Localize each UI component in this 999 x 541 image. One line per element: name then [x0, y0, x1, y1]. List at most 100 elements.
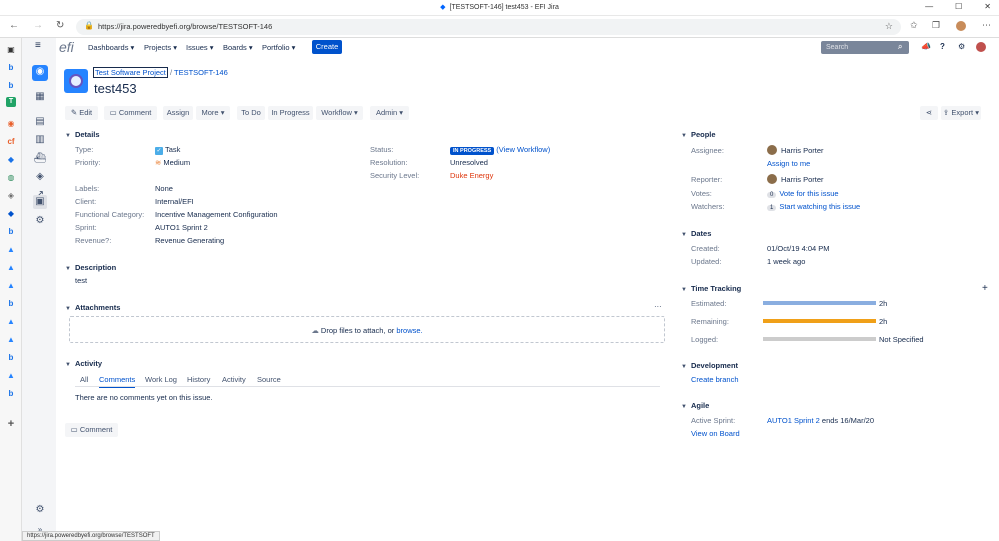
atlassian-icon[interactable]: ▲ — [4, 315, 18, 329]
help-icon[interactable]: ? — [940, 42, 945, 51]
breadcrumb-issue-key[interactable]: TESTSOFT-146 — [174, 68, 228, 77]
comment-button[interactable]: ▭ Comment — [104, 106, 157, 120]
assignee-value[interactable]: Harris Porter — [781, 146, 824, 155]
vote-link[interactable]: Vote for this issue — [779, 189, 838, 198]
atlassian-icon[interactable]: ▲ — [4, 369, 18, 383]
app-icon[interactable]: ◍ — [4, 171, 18, 185]
tab-all[interactable]: All — [80, 375, 88, 384]
create-button[interactable]: Create — [312, 40, 342, 54]
in-progress-button[interactable]: In Progress — [268, 106, 313, 120]
priority-value[interactable]: ≋ Medium — [155, 158, 190, 167]
bing-icon[interactable]: b — [4, 297, 18, 311]
attachment-dropzone[interactable]: ☁ Drop files to attach, or browse. — [69, 316, 665, 343]
jira-icon[interactable]: ◆ — [4, 207, 18, 221]
app-icon[interactable]: ◈ — [4, 189, 18, 203]
profile-avatar[interactable] — [956, 21, 966, 31]
tab-activity[interactable]: Activity — [222, 375, 246, 384]
more-icon[interactable]: ⋯ — [982, 20, 991, 31]
nav-projects[interactable]: Projects ▾ — [144, 43, 177, 52]
notifications-icon[interactable]: 📣 — [921, 42, 931, 51]
share-button[interactable]: ⋖ — [920, 106, 938, 120]
nav-boards[interactable]: Boards ▾ — [223, 43, 253, 52]
create-branch-link[interactable]: Create branch — [691, 375, 739, 384]
more-button[interactable]: More ▾ — [196, 106, 230, 120]
activity-heading[interactable]: ▼ Activity — [65, 359, 102, 368]
favorites-icon[interactable]: ✩ — [910, 20, 918, 31]
bing-icon[interactable]: b — [4, 61, 18, 75]
forward-icon[interactable]: → — [33, 20, 43, 31]
components-icon[interactable]: ◈ — [33, 170, 47, 184]
search-input[interactable]: Search — [821, 41, 909, 54]
edit-button[interactable]: ✎ Edit — [65, 106, 98, 120]
attachments-heading[interactable]: ▼ Attachments — [65, 303, 120, 312]
board-icon[interactable]: ▥ — [33, 133, 47, 147]
type-value[interactable]: ✓ Task — [155, 145, 180, 155]
bing-icon[interactable]: b — [4, 225, 18, 239]
tab-source[interactable]: Source — [257, 375, 281, 384]
tab-work-log[interactable]: Work Log — [145, 375, 177, 384]
people-heading[interactable]: ▼ People — [681, 130, 716, 139]
export-button[interactable]: ⇪ Export ▾ — [941, 106, 981, 120]
tab-history[interactable]: History — [187, 375, 210, 384]
admin-gear-icon[interactable]: ⚙ — [958, 42, 965, 51]
add-item-icon[interactable]: ⚙ — [33, 214, 47, 228]
sprint-value[interactable]: AUTO1 Sprint 2 — [155, 223, 208, 232]
menu-icon[interactable]: ≡ — [35, 40, 41, 51]
tabs-icon[interactable]: ▣ — [4, 43, 18, 57]
bing-icon[interactable]: b — [4, 351, 18, 365]
app-icon[interactable]: ◆ — [4, 153, 18, 167]
reports-icon[interactable]: ▤ — [33, 115, 47, 129]
details-heading[interactable]: ▼ Details — [65, 130, 100, 139]
close-icon[interactable]: ✕ — [984, 2, 991, 11]
assign-button[interactable]: Assign — [163, 106, 193, 120]
search-icon[interactable]: ⌕ — [898, 42, 902, 52]
releases-icon[interactable]: ⛴ — [33, 152, 47, 166]
time-tracking-heading[interactable]: ▼ Time Tracking — [681, 284, 741, 293]
project-avatar-icon[interactable]: ◉ — [32, 65, 48, 81]
efi-logo[interactable]: efi — [59, 39, 74, 55]
watch-link[interactable]: Start watching this issue — [779, 202, 860, 211]
minimize-icon[interactable]: — — [925, 2, 933, 11]
nav-issues[interactable]: Issues ▾ — [186, 43, 214, 52]
development-heading[interactable]: ▼ Development — [681, 361, 738, 370]
assign-to-me-link[interactable]: Assign to me — [767, 159, 810, 168]
favorite-icon[interactable]: ☆ — [885, 21, 893, 32]
todo-button[interactable]: To Do — [237, 106, 265, 120]
backlog-icon[interactable]: ▦ — [33, 90, 47, 104]
view-workflow-link[interactable]: (View Workflow) — [496, 145, 550, 154]
office-icon[interactable]: ◉ — [4, 117, 18, 131]
issue-summary[interactable]: test453 — [94, 81, 137, 96]
atlassian-icon[interactable]: ▲ — [4, 333, 18, 347]
maximize-icon[interactable]: ☐ — [955, 2, 962, 11]
functional-category-value[interactable]: Incentive Management Configuration — [155, 210, 278, 219]
admin-button[interactable]: Admin ▾ — [370, 106, 409, 120]
agile-heading[interactable]: ▼ Agile — [681, 401, 709, 410]
description-text[interactable]: test — [75, 276, 87, 285]
workflow-button[interactable]: Workflow ▾ — [316, 106, 363, 120]
add-time-icon[interactable]: + — [982, 283, 988, 294]
user-avatar[interactable] — [976, 42, 986, 52]
reporter-value[interactable]: Harris Porter — [781, 175, 824, 184]
atlassian-icon[interactable]: ▲ — [4, 243, 18, 257]
url-field[interactable]: 🔒 https://jira.poweredbyefi.org/browse/T… — [76, 19, 901, 35]
refresh-icon[interactable]: ↻ — [56, 20, 64, 31]
dates-heading[interactable]: ▼ Dates — [681, 229, 711, 238]
bing-icon[interactable]: b — [4, 79, 18, 93]
back-icon[interactable]: ← — [9, 20, 19, 31]
sprint-link[interactable]: AUTO1 Sprint 2 — [767, 416, 820, 425]
nav-portfolio[interactable]: Portfolio ▾ — [262, 43, 295, 52]
view-on-board-link[interactable]: View on Board — [691, 429, 740, 438]
app-icon[interactable]: cf — [4, 135, 18, 149]
security-level-value[interactable]: Duke Energy — [450, 171, 493, 180]
add-comment-button[interactable]: ▭ Comment — [65, 423, 118, 437]
revenue-value[interactable]: Revenue Generating — [155, 236, 224, 245]
collections-icon[interactable]: ❐ — [932, 20, 940, 31]
description-heading[interactable]: ▼ Description — [65, 263, 116, 272]
settings-icon[interactable]: ⚙ — [33, 503, 47, 517]
labels-value[interactable]: None — [155, 184, 173, 193]
project-avatar[interactable] — [64, 69, 88, 93]
app-t-icon[interactable]: T — [6, 97, 16, 107]
client-value[interactable]: Internal/EFI — [155, 197, 194, 206]
atlassian-icon[interactable]: ▲ — [4, 279, 18, 293]
attachments-more-icon[interactable]: ⋯ — [654, 302, 662, 311]
